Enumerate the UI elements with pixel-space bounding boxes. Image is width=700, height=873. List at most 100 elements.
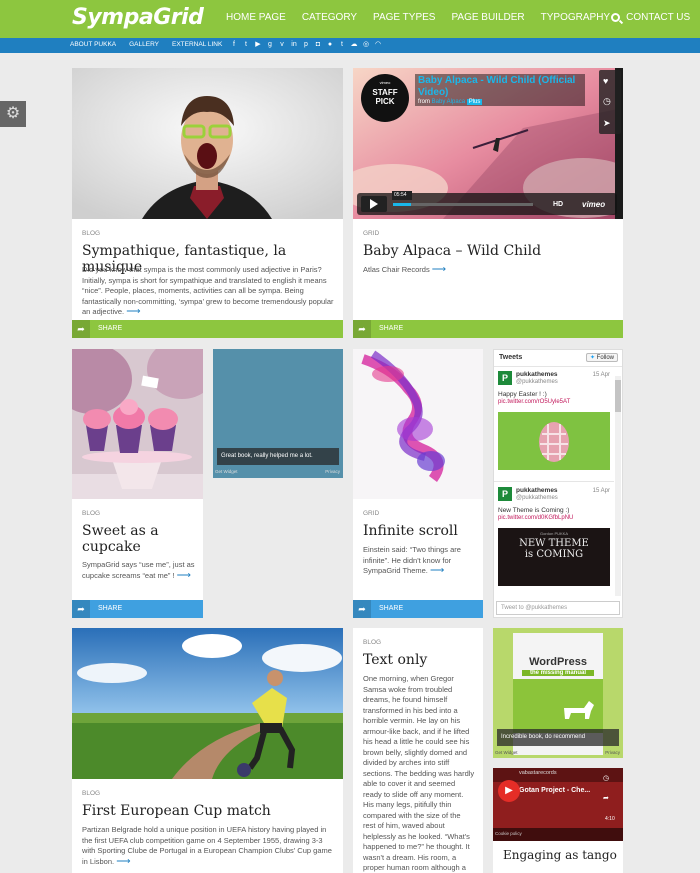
yt-channel[interactable]: vabastarecords <box>519 770 557 776</box>
privacy-link[interactable]: Privacy <box>325 469 340 474</box>
hd-label[interactable]: HD <box>553 201 563 208</box>
post-category[interactable]: GRID <box>363 230 379 237</box>
tweet-image-easter-egg[interactable] <box>498 412 610 470</box>
post-excerpt: SympaGrid says “use me”, just as cupcake… <box>82 560 196 581</box>
share-icon: ➦ <box>72 320 90 338</box>
facebook-icon[interactable]: f <box>230 40 238 49</box>
post-excerpt: Atlas Chair Records ⟶ <box>363 264 613 276</box>
yt-share-icon[interactable]: ➦ <box>603 794 609 802</box>
yt-clock-icon[interactable]: ◷ <box>603 774 609 782</box>
yt-cookie-policy[interactable]: Cookie policy <box>495 831 522 836</box>
twitter-timeline-widget: Tweets ✦ Follow P pukkathemes @pukkathem… <box>493 349 623 618</box>
soundcloud-icon[interactable]: ☁ <box>350 40 358 49</box>
get-widget-link[interactable]: Get Widget <box>495 750 518 755</box>
tweet-date[interactable]: 15 Apr <box>593 372 610 378</box>
post-title[interactable]: Engaging as tango <box>503 848 617 862</box>
post-title[interactable]: First European Cup match <box>82 803 271 819</box>
post-image-soccer-kid[interactable] <box>72 628 343 779</box>
tumblr-icon[interactable]: t <box>338 40 346 49</box>
privacy-link[interactable]: Privacy <box>605 750 620 755</box>
dribbble-icon[interactable]: ◎ <box>362 40 370 49</box>
post-image-cupcakes[interactable] <box>72 349 203 499</box>
avatar[interactable]: P <box>498 371 512 385</box>
read-more-arrow-icon[interactable]: ⟶ <box>116 856 130 867</box>
linkedin-icon[interactable]: in <box>290 40 298 49</box>
nav-page-types[interactable]: PAGE TYPES <box>373 12 435 23</box>
tweet-author[interactable]: pukkathemes <box>516 371 558 378</box>
nav-category[interactable]: CATEGORY <box>302 12 357 23</box>
share-label: SHARE <box>98 325 123 332</box>
nav-home[interactable]: HOME PAGE <box>226 12 286 23</box>
nav-contact[interactable]: CONTACT US <box>626 12 690 23</box>
excerpt-text: Did you know that sympa is the most comm… <box>82 265 334 316</box>
post-image-screaming-man[interactable] <box>72 68 343 219</box>
tweet-date[interactable]: 15 Apr <box>593 488 610 494</box>
tweet-link[interactable]: pic.twitter.com/d0KGfbLpNU <box>498 515 573 521</box>
settings-gear-icon[interactable]: ⚙ <box>0 101 26 127</box>
post-title[interactable]: Infinite scroll <box>363 523 458 539</box>
video-author[interactable]: Baby Alpaca <box>432 99 465 105</box>
tweet-handle[interactable]: @pukkathemes <box>516 495 558 501</box>
staff-pick-badge: STAFF PICK <box>372 88 398 106</box>
book-cover-subtitle: the missing manual <box>522 670 594 676</box>
nav-page-builder[interactable]: PAGE BUILDER <box>451 12 524 23</box>
post-category[interactable]: BLOG <box>363 639 381 646</box>
twitter-icon[interactable]: t <box>242 40 250 49</box>
subnav-external[interactable]: EXTERNAL LINK <box>172 41 222 48</box>
read-more-arrow-icon[interactable]: ⟶ <box>177 570 191 581</box>
tweet-image-new-theme[interactable]: Gordon PUKKA NEW THEME is COMING <box>498 528 610 586</box>
post-image-ink-splash[interactable] <box>353 349 483 499</box>
youtube-icon[interactable]: ▶ <box>254 40 262 49</box>
share-send-icon[interactable]: ➤ <box>603 118 611 129</box>
googleplus-icon[interactable]: g <box>266 40 274 49</box>
youtube-video-player[interactable]: vabastarecords Gotan Project - Che... ▶ … <box>493 768 623 841</box>
share-bar[interactable]: ➦ SHARE <box>353 320 623 338</box>
search-icon[interactable] <box>611 13 620 22</box>
read-more-arrow-icon[interactable]: ⟶ <box>430 565 444 576</box>
vimeo-badge-label: vimeo <box>379 80 391 85</box>
pinterest-icon[interactable]: p <box>302 40 310 49</box>
video-title[interactable]: Baby Alpaca - Wild Child (Official Video… <box>418 75 582 99</box>
plus-badge: Plus <box>466 99 483 105</box>
read-more-arrow-icon[interactable]: ⟶ <box>126 306 140 317</box>
site-logo[interactable]: SympaGrid <box>72 5 204 30</box>
tweet-handle[interactable]: @pukkathemes <box>516 379 558 385</box>
get-widget-link[interactable]: Get Widget <box>215 469 238 474</box>
post-excerpt: Einstein said: “Two things are infinite”… <box>363 545 475 577</box>
subnav-about[interactable]: ABOUT PUKKA <box>70 41 116 48</box>
tweet-author[interactable]: pukkathemes <box>516 487 558 494</box>
post-title[interactable]: Text only <box>363 652 427 668</box>
instagram-icon[interactable]: ◘ <box>314 40 322 49</box>
follow-button[interactable]: ✦ Follow <box>585 353 618 362</box>
tweet-link[interactable]: pic.twitter.com/rO5Uyle5AT <box>498 399 570 405</box>
yt-play-icon[interactable]: ▶ <box>498 780 520 802</box>
post-category[interactable]: BLOG <box>82 790 100 797</box>
share-bar[interactable]: ➦ SHARE <box>353 600 483 618</box>
watch-later-clock-icon[interactable]: ◷ <box>603 96 611 107</box>
book-widget-1[interactable]: Great book, really helped me a lot. Get … <box>213 349 343 478</box>
flickr-icon[interactable]: ● <box>326 40 334 49</box>
book-widget-2[interactable]: WordPress the missing manual Incredible … <box>493 628 623 758</box>
post-title[interactable]: Sweet as a cupcake <box>82 523 197 555</box>
vimeo-icon[interactable]: v <box>278 40 286 49</box>
post-title[interactable]: Baby Alpaca – Wild Child <box>363 243 541 259</box>
nav-typography[interactable]: TYPOGRAPHY <box>541 12 610 23</box>
subnav-gallery[interactable]: GALLERY <box>129 41 159 48</box>
read-more-arrow-icon[interactable]: ⟶ <box>432 264 446 275</box>
share-bar[interactable]: ➦ SHARE <box>72 320 343 338</box>
post-category[interactable]: BLOG <box>82 510 100 517</box>
rss-icon[interactable]: ◠ <box>374 40 382 49</box>
share-bar[interactable]: ➦ SHARE <box>72 600 203 618</box>
share-label: SHARE <box>379 325 404 332</box>
video-title-box: Baby Alpaca - Wild Child (Official Video… <box>415 74 585 106</box>
post-category[interactable]: GRID <box>363 510 379 517</box>
tweet-reply-input[interactable]: Tweet to @pukkathemes <box>496 601 620 615</box>
post-category[interactable]: BLOG <box>82 230 100 237</box>
tweets-scrollbar[interactable] <box>615 376 621 596</box>
share-icon: ➦ <box>72 600 90 618</box>
avatar[interactable]: P <box>498 487 512 501</box>
vimeo-logo[interactable]: vimeo <box>582 200 605 209</box>
yt-title[interactable]: Gotan Project - Che... <box>519 787 590 794</box>
like-heart-icon[interactable]: ♥ <box>603 76 608 86</box>
image-caption-new-theme: NEW THEME is COMING <box>519 538 589 560</box>
